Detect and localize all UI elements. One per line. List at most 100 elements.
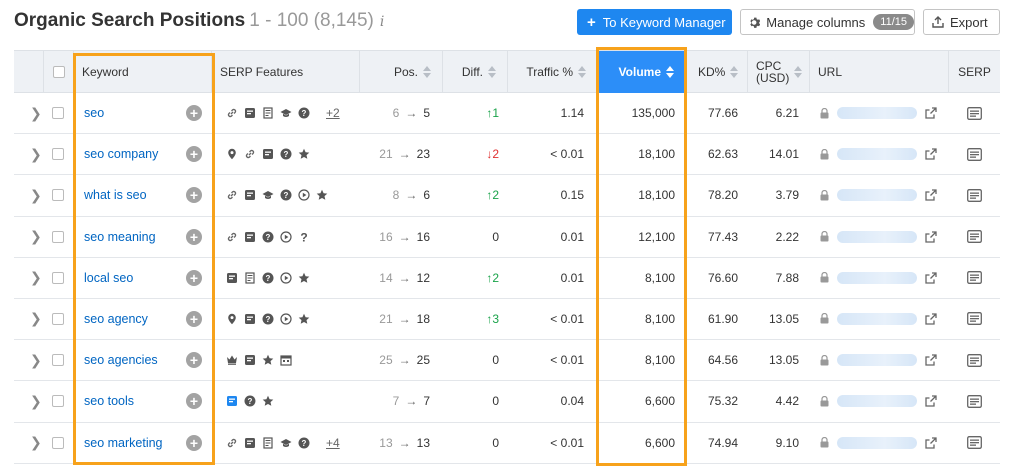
question-icon[interactable]: ? <box>244 395 256 407</box>
doc-icon[interactable] <box>262 107 274 119</box>
serp-view-button[interactable] <box>967 217 982 257</box>
add-keyword-button[interactable]: + <box>186 423 202 463</box>
add-keyword-button[interactable]: + <box>186 258 202 298</box>
keyword-link[interactable]: what is seo <box>84 175 147 215</box>
row-checkbox[interactable] <box>52 354 64 366</box>
star-icon[interactable] <box>298 272 310 284</box>
snippet-icon[interactable] <box>226 272 238 284</box>
snippet-icon[interactable] <box>244 189 256 201</box>
snippet-icon[interactable] <box>244 437 256 449</box>
blurred-url[interactable] <box>837 272 917 284</box>
row-checkbox[interactable] <box>52 313 64 325</box>
snippet-icon[interactable] <box>244 107 256 119</box>
expand-row-icon[interactable]: ❯ <box>30 134 42 174</box>
add-keyword-button[interactable]: + <box>186 381 202 421</box>
question-icon[interactable]: ? <box>280 189 292 201</box>
more-features-link[interactable]: +2 <box>326 106 340 120</box>
question-icon[interactable]: ? <box>262 272 274 284</box>
pin-icon[interactable] <box>226 148 238 160</box>
expand-row-icon[interactable]: ❯ <box>30 340 42 380</box>
link-icon[interactable] <box>226 437 238 449</box>
link-icon[interactable] <box>244 148 256 160</box>
manage-columns-button[interactable]: Manage columns 11/15 <box>740 9 915 35</box>
external-link-icon[interactable] <box>925 313 937 325</box>
external-link-icon[interactable] <box>925 437 937 449</box>
blurred-url[interactable] <box>837 231 917 243</box>
keyword-link[interactable]: seo meaning <box>84 217 156 257</box>
add-keyword-button[interactable]: + <box>186 299 202 339</box>
expand-row-icon[interactable]: ❯ <box>30 93 42 133</box>
column-volume[interactable]: Volume <box>598 51 686 93</box>
info-icon[interactable]: i <box>380 14 384 30</box>
serp-view-button[interactable] <box>967 299 982 339</box>
row-checkbox[interactable] <box>52 437 64 449</box>
keyword-link[interactable]: local seo <box>84 258 133 298</box>
star-icon[interactable] <box>298 313 310 325</box>
star-icon[interactable] <box>316 189 328 201</box>
row-checkbox[interactable] <box>52 107 64 119</box>
serp-view-button[interactable] <box>967 258 982 298</box>
external-link-icon[interactable] <box>925 395 937 407</box>
keyword-link[interactable]: seo marketing <box>84 423 163 463</box>
keyword-link[interactable]: seo <box>84 93 104 133</box>
column-traffic[interactable]: Traffic % <box>508 51 598 93</box>
expand-row-icon[interactable]: ❯ <box>30 175 42 215</box>
question-icon[interactable]: ? <box>262 313 274 325</box>
serp-view-button[interactable] <box>967 175 982 215</box>
expand-row-icon[interactable]: ❯ <box>30 381 42 421</box>
link-icon[interactable] <box>226 107 238 119</box>
academic-icon[interactable] <box>280 437 292 449</box>
to-keyword-manager-button[interactable]: + To Keyword Manager <box>577 9 732 35</box>
column-cpc[interactable]: CPC(USD) <box>748 51 810 93</box>
question-icon[interactable]: ? <box>298 437 310 449</box>
snippet-icon[interactable] <box>244 231 256 243</box>
question-icon[interactable]: ? <box>262 231 274 243</box>
play-icon[interactable] <box>298 189 310 201</box>
qmark-icon[interactable]: ? <box>298 231 310 243</box>
column-pos[interactable]: Pos. <box>360 51 443 93</box>
row-checkbox[interactable] <box>52 231 64 243</box>
play-icon[interactable] <box>280 313 292 325</box>
blurred-url[interactable] <box>837 395 917 407</box>
column-diff[interactable]: Diff. <box>443 51 508 93</box>
question-icon[interactable]: ? <box>280 148 292 160</box>
serp-view-button[interactable] <box>967 340 982 380</box>
pin-icon[interactable] <box>226 313 238 325</box>
blurred-url[interactable] <box>837 189 917 201</box>
add-keyword-button[interactable]: + <box>186 175 202 215</box>
expand-row-icon[interactable]: ❯ <box>30 258 42 298</box>
blurred-url[interactable] <box>837 148 917 160</box>
row-checkbox[interactable] <box>52 395 64 407</box>
row-checkbox[interactable] <box>52 272 64 284</box>
blurred-url[interactable] <box>837 354 917 366</box>
blurred-url[interactable] <box>837 107 917 119</box>
academic-icon[interactable] <box>262 189 274 201</box>
star-icon[interactable] <box>298 148 310 160</box>
snippet-blue-icon[interactable] <box>226 395 238 407</box>
export-button[interactable]: Export <box>923 9 1000 35</box>
external-link-icon[interactable] <box>925 354 937 366</box>
keyword-link[interactable]: seo agencies <box>84 340 158 380</box>
blurred-url[interactable] <box>837 437 917 449</box>
crown-icon[interactable] <box>226 354 238 366</box>
external-link-icon[interactable] <box>925 148 937 160</box>
keyword-link[interactable]: seo company <box>84 134 158 174</box>
serp-view-button[interactable] <box>967 423 982 463</box>
select-all-checkbox[interactable] <box>53 66 65 78</box>
column-kd[interactable]: KD% <box>686 51 748 93</box>
column-keyword[interactable]: Keyword <box>74 51 212 93</box>
serp-view-button[interactable] <box>967 93 982 133</box>
keyword-link[interactable]: seo agency <box>84 299 148 339</box>
serp-view-button[interactable] <box>967 134 982 174</box>
row-checkbox[interactable] <box>52 148 64 160</box>
question-icon[interactable]: ? <box>298 107 310 119</box>
expand-row-icon[interactable]: ❯ <box>30 299 42 339</box>
external-link-icon[interactable] <box>925 272 937 284</box>
star-icon[interactable] <box>262 354 274 366</box>
keyword-link[interactable]: seo tools <box>84 381 134 421</box>
snippet-icon[interactable] <box>244 313 256 325</box>
more-features-link[interactable]: +4 <box>326 436 340 450</box>
blurred-url[interactable] <box>837 313 917 325</box>
serp-view-button[interactable] <box>967 381 982 421</box>
expand-row-icon[interactable]: ❯ <box>30 217 42 257</box>
